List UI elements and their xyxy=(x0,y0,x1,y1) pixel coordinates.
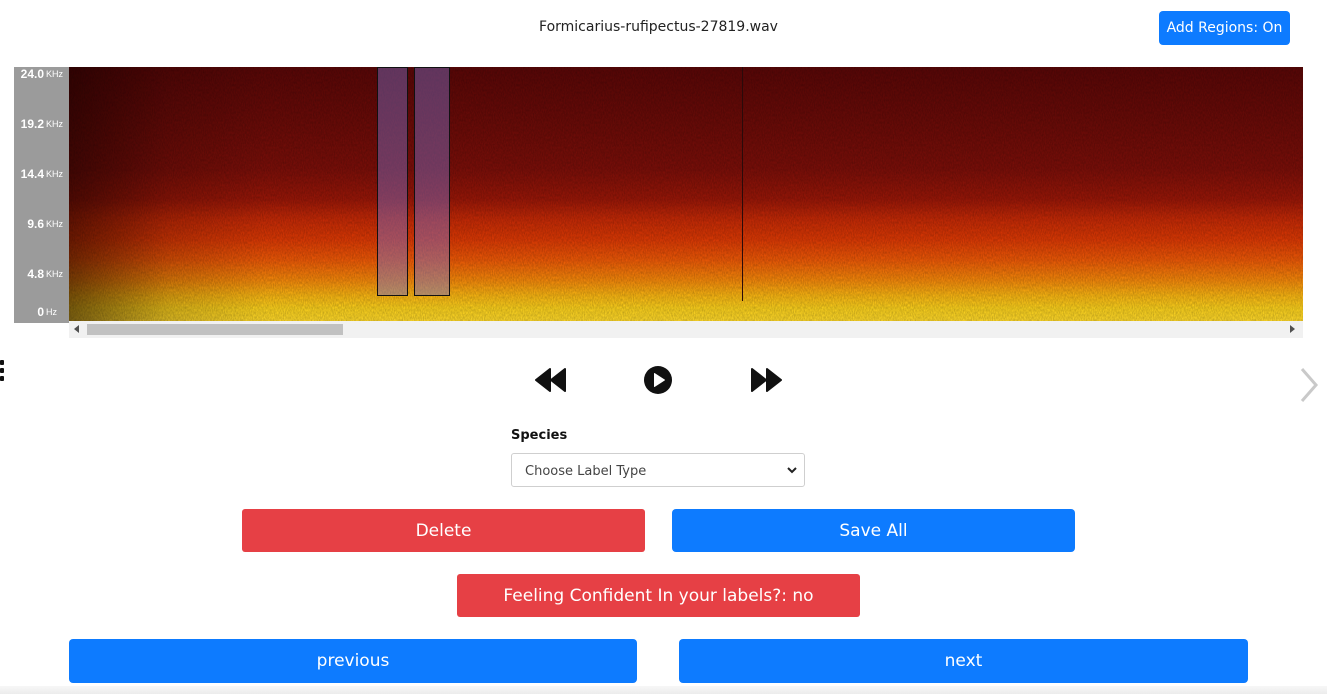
frequency-tick-value: 19.2 xyxy=(20,117,44,131)
fast-forward-icon[interactable] xyxy=(750,365,782,395)
selected-region[interactable] xyxy=(377,67,408,296)
spectrogram-canvas[interactable] xyxy=(69,67,1303,321)
frequency-tick-value: 4.8 xyxy=(27,267,44,281)
previous-button[interactable]: previous xyxy=(69,639,637,683)
playback-controls xyxy=(535,365,785,397)
frequency-tick-value: 9.6 xyxy=(27,217,44,231)
scroll-left-arrow-icon[interactable] xyxy=(74,325,79,333)
scroll-thumb[interactable] xyxy=(87,324,343,335)
frequency-tick-unit: KHz xyxy=(46,169,64,179)
file-name-title: Formicarius-rufipectus-27819.wav xyxy=(539,19,778,35)
scroll-right-arrow-icon[interactable] xyxy=(1290,325,1295,333)
spectrogram-scrollbar[interactable] xyxy=(69,321,1303,338)
chevron-down-icon xyxy=(787,467,797,474)
save-all-button[interactable]: Save All xyxy=(672,509,1075,552)
confidence-toggle-button[interactable]: Feeling Confident In your labels?: no xyxy=(457,574,860,617)
frequency-tick-value: 24.0 xyxy=(20,67,44,81)
playhead-cursor[interactable] xyxy=(742,67,743,301)
spectrogram-noise-texture xyxy=(69,67,1303,321)
frequency-tick-unit: KHz xyxy=(46,219,64,229)
label-type-select-value: Choose Label Type xyxy=(525,464,647,479)
play-icon[interactable] xyxy=(643,365,673,395)
next-button[interactable]: next xyxy=(679,639,1248,683)
bottom-edge xyxy=(0,686,1327,694)
add-regions-toggle-button[interactable]: Add Regions: On xyxy=(1159,11,1290,45)
frequency-tick-value: 0 xyxy=(37,305,44,319)
rewind-icon[interactable] xyxy=(535,365,567,395)
species-label: Species xyxy=(511,428,568,443)
selected-region[interactable] xyxy=(414,67,450,296)
frequency-tick-value: 14.4 xyxy=(20,167,44,181)
frequency-tick-unit: KHz xyxy=(46,119,64,129)
delete-button[interactable]: Delete xyxy=(242,509,645,552)
frequency-axis: 24.0 KHz 19.2 KHz 14.4 KHz 9.6 KHz 4.8 K… xyxy=(14,67,69,323)
frequency-tick-unit: KHz xyxy=(46,269,64,279)
frequency-tick-unit: KHz xyxy=(46,69,64,79)
side-menu-icon[interactable] xyxy=(0,360,5,386)
frequency-tick-unit: Hz xyxy=(46,307,57,317)
label-type-select[interactable]: Choose Label Type xyxy=(511,453,805,487)
chevron-right-icon[interactable] xyxy=(1297,366,1321,404)
